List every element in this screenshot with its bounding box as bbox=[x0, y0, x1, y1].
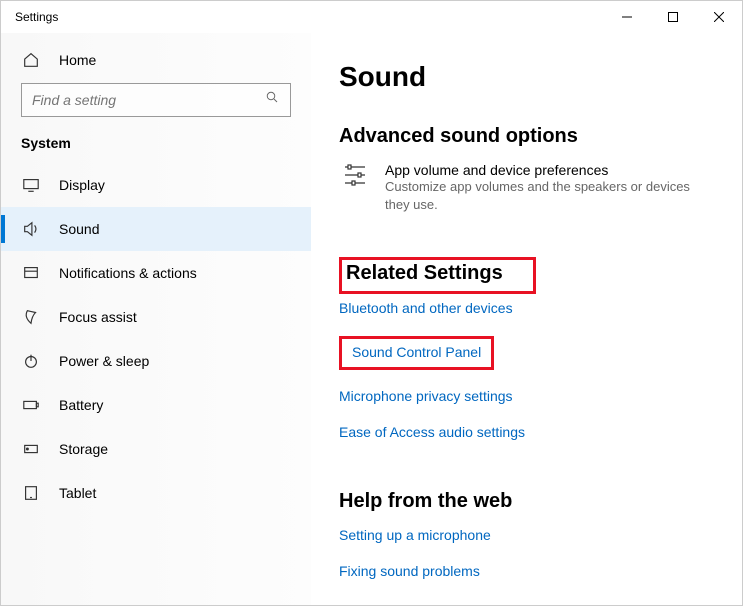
highlight-related-settings: Related Settings bbox=[339, 257, 536, 294]
advanced-heading: Advanced sound options bbox=[339, 125, 714, 148]
settings-window: Settings Home bbox=[0, 0, 743, 606]
sidebar-item-focus-assist[interactable]: Focus assist bbox=[1, 295, 311, 339]
link-microphone-privacy[interactable]: Microphone privacy settings bbox=[339, 388, 513, 404]
sidebar-item-label: Focus assist bbox=[59, 309, 137, 325]
highlight-sound-control-panel: Sound Control Panel bbox=[339, 336, 494, 370]
link-bluetooth-devices[interactable]: Bluetooth and other devices bbox=[339, 300, 513, 316]
app-volume-title: App volume and device preferences bbox=[385, 162, 695, 178]
home-icon bbox=[21, 51, 41, 69]
home-label: Home bbox=[59, 52, 96, 68]
sidebar-item-battery[interactable]: Battery bbox=[1, 383, 311, 427]
maximize-button[interactable] bbox=[650, 1, 696, 33]
sidebar-item-display[interactable]: Display bbox=[1, 163, 311, 207]
sidebar-item-label: Notifications & actions bbox=[59, 265, 197, 281]
sidebar-item-tablet[interactable]: Tablet bbox=[1, 471, 311, 515]
sidebar: Home System Display Sound bbox=[1, 33, 311, 605]
sidebar-item-label: Sound bbox=[59, 221, 99, 237]
battery-icon bbox=[21, 396, 41, 414]
app-volume-desc: Customize app volumes and the speakers o… bbox=[385, 178, 695, 213]
notifications-icon bbox=[21, 264, 41, 282]
sidebar-item-sound[interactable]: Sound bbox=[1, 207, 311, 251]
sound-icon bbox=[21, 220, 41, 238]
power-icon bbox=[21, 352, 41, 370]
home-button[interactable]: Home bbox=[1, 43, 311, 83]
content-area: Sound Advanced sound options App volume … bbox=[311, 33, 742, 605]
sidebar-item-storage[interactable]: Storage bbox=[1, 427, 311, 471]
focus-assist-icon bbox=[21, 308, 41, 326]
sidebar-item-label: Display bbox=[59, 177, 105, 193]
link-setup-microphone[interactable]: Setting up a microphone bbox=[339, 527, 491, 543]
link-ease-of-access-audio[interactable]: Ease of Access audio settings bbox=[339, 424, 525, 440]
window-title: Settings bbox=[15, 10, 604, 24]
storage-icon bbox=[21, 440, 41, 458]
sidebar-item-label: Power & sleep bbox=[59, 353, 149, 369]
search-icon bbox=[265, 90, 280, 110]
sidebar-item-label: Battery bbox=[59, 397, 103, 413]
nav-group-header: System bbox=[1, 135, 311, 163]
link-sound-control-panel[interactable]: Sound Control Panel bbox=[352, 344, 481, 360]
link-fixing-sound[interactable]: Fixing sound problems bbox=[339, 563, 480, 579]
search-input[interactable] bbox=[32, 92, 265, 108]
sidebar-item-notifications[interactable]: Notifications & actions bbox=[1, 251, 311, 295]
display-icon bbox=[21, 176, 41, 194]
app-volume-preferences[interactable]: App volume and device preferences Custom… bbox=[339, 162, 714, 213]
close-button[interactable] bbox=[696, 1, 742, 33]
page-title: Sound bbox=[339, 61, 714, 93]
nav-list: Display Sound Notifications & actions Fo… bbox=[1, 163, 311, 515]
titlebar: Settings bbox=[1, 1, 742, 33]
minimize-button[interactable] bbox=[604, 1, 650, 33]
related-links: Bluetooth and other devices Sound Contro… bbox=[339, 300, 714, 442]
sidebar-item-label: Storage bbox=[59, 441, 108, 457]
window-controls bbox=[604, 1, 742, 33]
sidebar-item-power-sleep[interactable]: Power & sleep bbox=[1, 339, 311, 383]
sidebar-item-label: Tablet bbox=[59, 485, 96, 501]
tablet-icon bbox=[21, 484, 41, 502]
help-heading: Help from the web bbox=[339, 490, 714, 513]
related-heading: Related Settings bbox=[346, 262, 503, 285]
sliders-icon bbox=[339, 162, 369, 213]
search-box[interactable] bbox=[21, 83, 291, 117]
help-links: Setting up a microphone Fixing sound pro… bbox=[339, 527, 714, 581]
